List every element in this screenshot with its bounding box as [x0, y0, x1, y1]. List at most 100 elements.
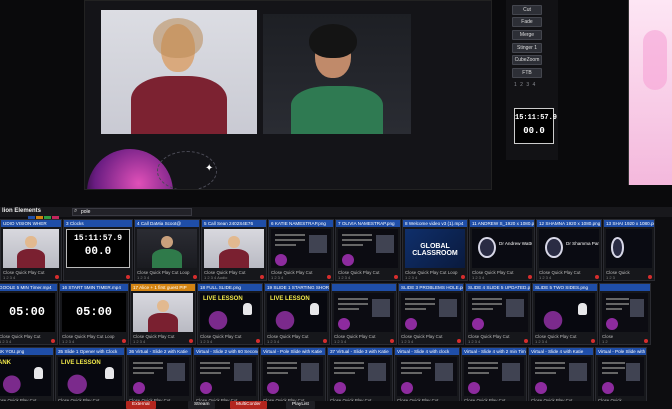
- input-tile[interactable]: 6 KATIE NAMESTRAP.png Close Quick Play Cu…: [268, 219, 334, 281]
- overlay-channel-buttons[interactable]: 1 2 3 4: [133, 339, 145, 344]
- overlay-channel-buttons[interactable]: 1 2 3 4: [468, 339, 480, 344]
- input-title[interactable]: 37 Virtual - Slide 3 with Katie: [328, 348, 392, 355]
- input-tile[interactable]: GOOLE 5 MIN Timer.mp4 05:00 Close Quick Pl…: [0, 283, 58, 345]
- search-input[interactable]: [72, 208, 192, 216]
- input-title[interactable]: SLIDE 5 TWO SIDES.png: [533, 284, 597, 291]
- input-title[interactable]: 36 Virtual - Slide 2 with Katie: [127, 348, 191, 355]
- input-title[interactable]: [332, 284, 396, 291]
- input-preview[interactable]: [271, 229, 331, 268]
- input-tile[interactable]: 7 OLIVIA NAMESTRAP.png Close Quick Play C…: [335, 219, 401, 281]
- input-tile[interactable]: SLIDE 3 PROBLEMS HOLE.png Close Quick Pla…: [398, 283, 464, 345]
- overlay-channel-buttons[interactable]: 1 2: [602, 339, 608, 344]
- input-tile[interactable]: Virtual - Slide 4 with KatieClose Quick …: [528, 347, 594, 409]
- input-title[interactable]: 8 Welcome video v3 (1).mp4: [403, 220, 467, 227]
- input-title[interactable]: 18 FULL SLIDE.png: [198, 284, 262, 291]
- input-title[interactable]: Virtual - Slide 2 with 60 Second Countdo…: [194, 348, 258, 355]
- overlay-channel-buttons[interactable]: 1 2 3 4: [3, 275, 15, 280]
- input-preview[interactable]: 15:11:57.9 00.0: [66, 229, 130, 268]
- input-tile[interactable]: Virtual - Pole Slide with KatieClose Qui…: [595, 347, 647, 409]
- overlay-channel-buttons[interactable]: 1 2 3 4: [401, 339, 413, 344]
- input-title[interactable]: UDIO VISION WHER: [1, 220, 61, 227]
- input-title[interactable]: SLIDE 3 PROBLEMS HOLE.png: [399, 284, 463, 291]
- input-preview[interactable]: GLOBAL CLASSROOM: [405, 229, 465, 268]
- input-tile[interactable]: Virtual - Slide 2 with 60 Second Countdo…: [193, 347, 259, 409]
- input-preview[interactable]: [334, 293, 394, 332]
- input-title[interactable]: 6 KATIE NAMESTRAP.png: [269, 220, 333, 227]
- input-tile[interactable]: 37 Virtual - Slide 3 with KatieClose Qui…: [327, 347, 393, 409]
- tab-multicorder[interactable]: MultiCorder: [230, 401, 267, 409]
- overlay-channel-buttons[interactable]: 1 2 3 4: [200, 339, 212, 344]
- transition-cut-button[interactable]: Cut: [512, 5, 542, 15]
- input-preview[interactable]: LIVE LESSON: [200, 293, 260, 332]
- input-tile[interactable]: UDIO VISION WHER Close Quick Play Cut 1 2 …: [0, 219, 62, 281]
- input-preview[interactable]: [338, 229, 398, 268]
- tab-playlist[interactable]: PlayList: [286, 401, 315, 409]
- input-preview[interactable]: [263, 357, 323, 396]
- input-preview[interactable]: LIVE LESSON: [267, 293, 327, 332]
- input-title[interactable]: 17 Alice + 1 first guest PIP: [131, 284, 195, 291]
- overlay-channel-buttons[interactable]: 1 2 3 4: [334, 339, 346, 344]
- input-tile[interactable]: 4 Call DaMia Scoot@ Close Quick Play Cut …: [134, 219, 200, 281]
- input-preview[interactable]: [468, 293, 528, 332]
- input-preview[interactable]: [129, 357, 189, 396]
- input-tile[interactable]: 35 Slide 1 Opener with ClockLIVE LESSONC…: [55, 347, 125, 409]
- input-title[interactable]: 35 Slide 1 Opener with Clock: [56, 348, 124, 355]
- input-tile[interactable]: 19 SLIDE 1 STARTING SHORTLY.HD.png LIVE L…: [264, 283, 330, 345]
- input-title[interactable]: 19 SLIDE 1 STARTING SHORTLY.HD.png: [265, 284, 329, 291]
- input-preview[interactable]: 05:00: [62, 293, 126, 332]
- input-preview[interactable]: [535, 293, 595, 332]
- input-title[interactable]: 5 Call Sean 2402S4E76: [202, 220, 266, 227]
- tab-stream[interactable]: Stream: [188, 401, 216, 409]
- input-title[interactable]: 11 ANDREW S_1920 x 1080.png: [470, 220, 534, 227]
- input-preview[interactable]: Dr Andrew Watts: [472, 229, 532, 268]
- input-preview[interactable]: [3, 229, 59, 268]
- input-preview[interactable]: [464, 357, 524, 396]
- input-title[interactable]: Virtual - Slide 4 with clock: [395, 348, 459, 355]
- overlay-channel-buttons[interactable]: 1 2 3 4: [535, 339, 547, 344]
- input-tile[interactable]: Virtual - Pole Slide with KatieClose Qui…: [260, 347, 326, 409]
- transition-cubezoom-button[interactable]: CubeZoom: [512, 55, 542, 65]
- overlay-channel-buttons[interactable]: 1 2 3 4: [338, 275, 350, 280]
- input-title[interactable]: Virtual - Pole Slide with Katie: [596, 348, 646, 355]
- input-title[interactable]: Virtual - Slide 4 with Katie: [529, 348, 593, 355]
- input-tile[interactable]: 13 SHAI 1920 x 1080.png Close Quick 1 2 3: [603, 219, 655, 281]
- input-title[interactable]: Virtual - Pole Slide with Katie: [261, 348, 325, 355]
- overlay-channel-buttons[interactable]: 1 2 3: [606, 275, 615, 280]
- input-preview[interactable]: [196, 357, 256, 396]
- input-tile[interactable]: ASK YOU.pngANKClose Quick Play Cut1 2 3 …: [0, 347, 54, 409]
- input-title[interactable]: ASK YOU.png: [0, 348, 53, 355]
- input-title[interactable]: SLIDE 4 SLIDE 5 UPDATED.png: [466, 284, 530, 291]
- overlay-channel-buttons[interactable]: 1 2 3 4 Audio: [204, 275, 227, 280]
- transition-fade-button[interactable]: Fade: [512, 17, 542, 27]
- input-preview[interactable]: [204, 229, 264, 268]
- input-preview[interactable]: [397, 357, 457, 396]
- input-tile[interactable]: 18 FULL SLIDE.png LIVE LESSON Close Quick …: [197, 283, 263, 345]
- overlay-channel-buttons[interactable]: 1 2 3 4: [137, 275, 149, 280]
- input-tile[interactable]: 5 Call Sean 2402S4E76 Close Quick Play Cu…: [201, 219, 267, 281]
- input-title[interactable]: 3 Clocks: [64, 220, 132, 227]
- input-preview[interactable]: LIVE LESSON: [58, 357, 122, 396]
- input-tile[interactable]: SLIDE 5 TWO SIDES.png Close Quick Play Cu…: [532, 283, 598, 345]
- input-title[interactable]: 16 START 5MIN TIMER.mp4: [60, 284, 128, 291]
- input-title[interactable]: 4 Call DaMia Scoot@: [135, 220, 199, 227]
- overlay-channel-buttons[interactable]: 1 2 3 4: [472, 275, 484, 280]
- transition-stinger-button[interactable]: Stinger 1: [512, 43, 542, 53]
- input-preview[interactable]: [133, 293, 193, 332]
- input-tile[interactable]: Close 1 2: [599, 283, 651, 345]
- input-tile[interactable]: 8 Welcome video v3 (1).mp4 GLOBAL CLASSRO…: [402, 219, 468, 281]
- overlay-channel-buttons[interactable]: 1 2 3 4: [62, 339, 74, 344]
- input-tile[interactable]: Virtual - Slide 4 with clockClose Quick …: [394, 347, 460, 409]
- input-tile[interactable]: Virtual - Slide 4 with 2 min TimerClose …: [461, 347, 527, 409]
- overlay-channel-buttons[interactable]: 1 2 3 4: [539, 275, 551, 280]
- input-tile[interactable]: 11 ANDREW S_1920 x 1080.png Dr Andrew Wat…: [469, 219, 535, 281]
- input-title[interactable]: 7 OLIVIA NAMESTRAP.png: [336, 220, 400, 227]
- input-preview[interactable]: Dr Shamma Pandya: [539, 229, 599, 268]
- overlay-channel-buttons[interactable]: 1 2 3 4: [271, 275, 283, 280]
- transition-slots[interactable]: 1 2 3 4: [514, 82, 536, 88]
- input-title[interactable]: [600, 284, 650, 291]
- overlay-channel-buttons[interactable]: 1 2 3 4: [0, 339, 11, 344]
- tab-external[interactable]: External: [126, 401, 156, 409]
- transition-ftb-button[interactable]: FTB: [512, 68, 542, 78]
- overlay-channel-buttons[interactable]: 1 2 3 4: [405, 275, 417, 280]
- input-preview[interactable]: [531, 357, 591, 396]
